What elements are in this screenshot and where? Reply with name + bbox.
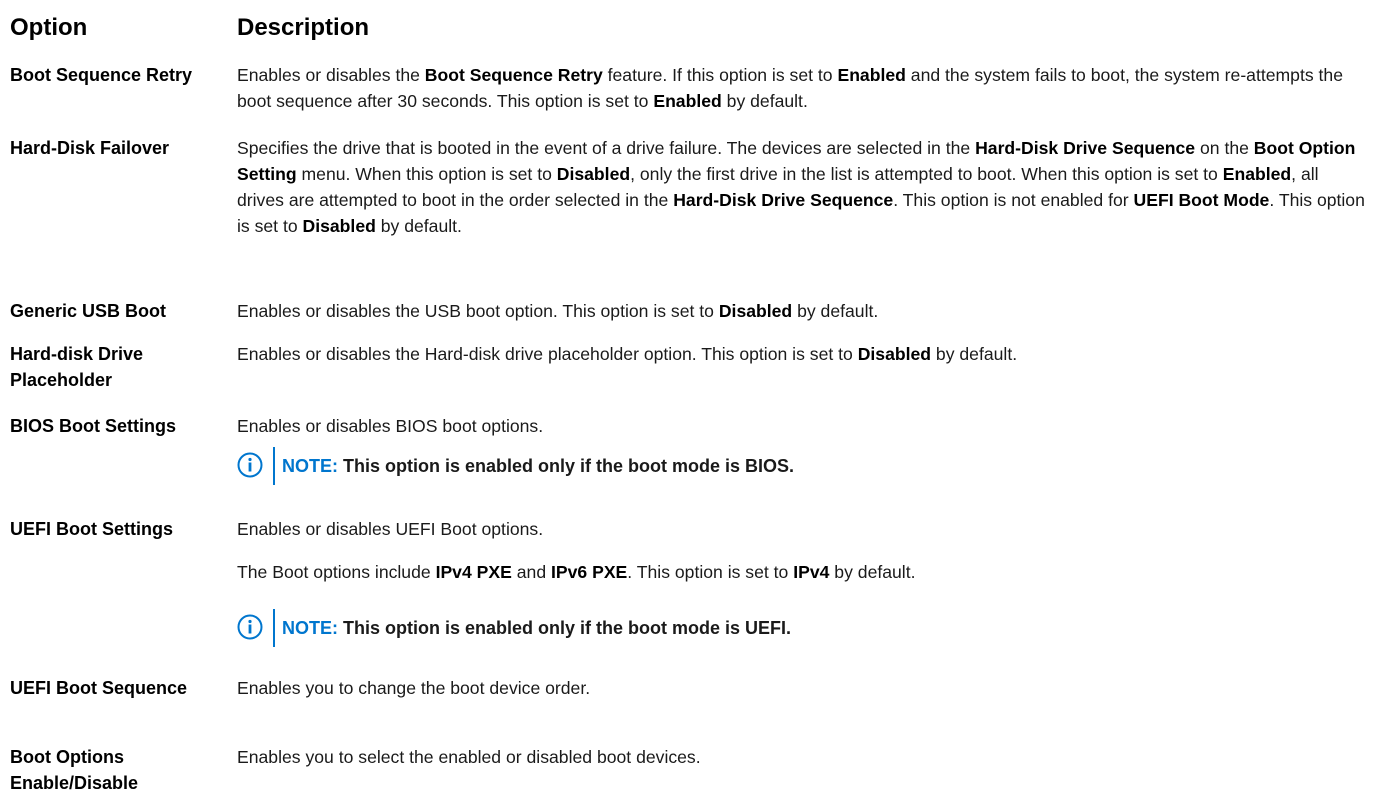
note-callout: NOTE: This option is enabled only if the…: [237, 607, 1137, 649]
description-text: Enables you to select the enabled or dis…: [237, 747, 701, 767]
note-text: NOTE: This option is enabled only if the…: [282, 453, 794, 479]
column-header-option: Option: [10, 14, 88, 41]
description-text: Enables or disables UEFI Boot options.: [237, 519, 544, 539]
emphasized-term: Hard-Disk Drive Sequence: [975, 138, 1196, 158]
emphasized-term: Disabled: [857, 344, 932, 364]
description-text: The Boot options include IPv4 PXE and IP…: [237, 562, 916, 582]
column-header-description: Description: [237, 14, 370, 41]
note-label: NOTE:: [282, 456, 338, 476]
description-text: Enables you to change the boot device or…: [237, 678, 591, 698]
option-name: UEFI Boot Sequence: [10, 678, 188, 698]
note-divider: [273, 447, 275, 485]
description-text: Enables or disables the USB boot option.…: [237, 301, 879, 321]
option-name: Hard-Disk Failover: [10, 138, 170, 158]
option-description: Enables or disables UEFI Boot options. T…: [237, 516, 1367, 647]
option-description: Enables or disables the USB boot option.…: [237, 298, 1367, 324]
emphasized-term: IPv6 PXE: [551, 562, 628, 582]
emphasized-term: Disabled: [556, 164, 631, 184]
option-name: Boot Options Enable/Disable: [10, 747, 139, 793]
emphasized-term: Boot Sequence Retry: [424, 65, 603, 85]
description-text: Specifies the drive that is booted in th…: [237, 138, 1365, 236]
option-name: UEFI Boot Settings: [10, 519, 173, 539]
emphasized-term: Enabled: [837, 65, 906, 85]
note-body: This option is enabled only if the boot …: [343, 456, 795, 476]
description-text: Enables or disables BIOS boot options.: [237, 416, 544, 436]
emphasized-term: IPv4 PXE: [435, 562, 512, 582]
option-name: BIOS Boot Settings: [10, 416, 176, 436]
option-description: Enables or disables the Hard-disk drive …: [237, 341, 1367, 367]
emphasized-term: Enabled: [653, 91, 722, 111]
bios-boot-options-table: Option Description Boot Sequence Retry E…: [0, 0, 1376, 798]
note-divider: [273, 609, 275, 647]
option-name: Boot Sequence Retry: [10, 65, 193, 85]
emphasized-term: Hard-Disk Drive Sequence: [673, 190, 894, 210]
option-name: Hard-disk Drive Placeholder: [10, 344, 144, 390]
note-text: NOTE: This option is enabled only if the…: [282, 615, 791, 641]
description-text: Enables or disables the Boot Sequence Re…: [237, 65, 1344, 111]
emphasized-term: UEFI Boot Mode: [1133, 190, 1270, 210]
description-text: Enables or disables the Hard-disk drive …: [237, 344, 1018, 364]
option-description: Specifies the drive that is booted in th…: [237, 135, 1367, 239]
option-description: Enables you to select the enabled or dis…: [237, 744, 1367, 770]
note-body: This option is enabled only if the boot …: [343, 618, 792, 638]
note-label: NOTE:: [282, 618, 338, 638]
option-description: Enables or disables BIOS boot options. N…: [237, 413, 1367, 485]
info-circle-icon: [237, 452, 263, 478]
emphasized-term: Enabled: [1222, 164, 1292, 184]
option-description: Enables or disables the Boot Sequence Re…: [237, 62, 1367, 114]
emphasized-term: Disabled: [302, 216, 376, 236]
emphasized-term: IPv4: [793, 562, 830, 582]
option-description: Enables you to change the boot device or…: [237, 675, 1367, 701]
option-name: Generic USB Boot: [10, 301, 167, 321]
note-callout: NOTE: This option is enabled only if the…: [237, 445, 1137, 487]
emphasized-term: Disabled: [718, 301, 793, 321]
info-circle-icon: [237, 614, 263, 640]
